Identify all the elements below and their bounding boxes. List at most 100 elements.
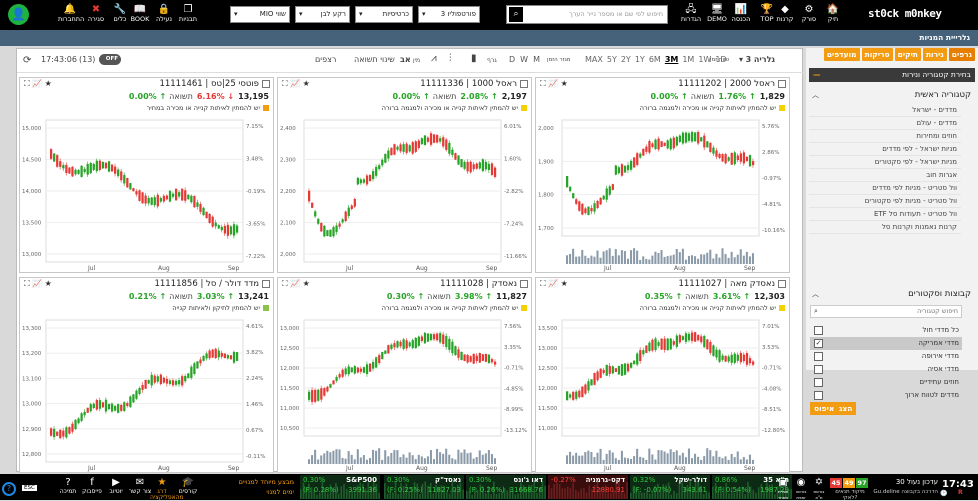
category-item[interactable]: מדדים - עולם <box>809 117 961 130</box>
promo-banner[interactable]: מבצע מיוחד למנויים ימים למנוי <box>222 477 294 497</box>
star-icon[interactable]: ★ <box>300 279 310 288</box>
sub-category-header[interactable]: קבוצות וסקטורים ︿ <box>809 287 975 301</box>
category-checkbox-row[interactable]: מדדים לטווח ארוך <box>810 389 962 402</box>
category-checkbox-row[interactable]: מדדי אירופה <box>810 350 962 363</box>
demo-button[interactable]: 🖥 DEMO <box>706 3 728 27</box>
settings-button[interactable]: 🖧 הגדרות <box>680 3 702 27</box>
category-item[interactable]: מניות ישראל - לפי מדדים <box>809 143 961 156</box>
category-item[interactable]: קרנות נאמנות וקרנות סל <box>809 221 961 234</box>
checkbox[interactable]: ✓ <box>814 339 823 348</box>
category-item[interactable]: מניות ישראל - לפי סקטורים <box>809 156 961 169</box>
range-MAX[interactable]: MAX <box>585 55 603 64</box>
star-icon[interactable]: ★ <box>42 279 52 288</box>
ticker[interactable]: S&P500 0.30% 3991.36 (F: 0.28%) <box>300 475 380 499</box>
refresh-icon[interactable]: ⟳ <box>23 55 31 66</box>
panel-checkbox[interactable] <box>520 279 528 288</box>
star-icon[interactable]: ★ <box>42 79 52 88</box>
range-5Y[interactable]: 5Y <box>607 55 617 64</box>
ticker[interactable]: דקס-גרמניה -0.27% 12880.91 <box>548 475 628 499</box>
chart-panel[interactable]: ראסל 1000 | 11111336 ★ 📈 ⛶ 2,197↑ 2.08%תשו… <box>277 77 532 273</box>
chart-panel[interactable]: נאסדק | 11111028 ★ 📈 ⛶ 11,827↑ 3.98%תשואה↑… <box>277 277 532 473</box>
price-chart[interactable]: 13,500 13,000 12,500 12,000 11,500 11,000 7.01… <box>536 314 789 472</box>
price-chart[interactable]: 13,300 13,200 13,100 13,000 12,900 12,800 4.61… <box>20 314 273 472</box>
price-chart[interactable]: 13,000 12,500 12,000 11,500 11,000 10,500 7.56… <box>278 314 531 472</box>
search-input[interactable]: חיפוש לפי שם או מספר נייר הערך ⌕ <box>506 5 668 24</box>
youtube-link[interactable]: ▶ יוטיוב <box>104 477 128 495</box>
market-flag[interactable]: ▣ סגירת מסחר <box>774 477 792 501</box>
range-6M[interactable]: 6M <box>649 55 661 64</box>
tab-4[interactable]: מועדפים <box>823 48 860 61</box>
market-flag[interactable]: ✡ בורסת ת"א <box>810 477 828 501</box>
gallery-select[interactable]: ▾ גלריה 3 <box>739 55 775 64</box>
category-checkbox-row[interactable]: כל מדדי חול <box>810 324 962 337</box>
panel-checkbox[interactable] <box>520 79 528 88</box>
chart-panel[interactable]: נאסדק מאה | 11111027 ★ 📈 ⛶ 12,303↑ 3.61%תש… <box>535 277 790 473</box>
checkbox[interactable] <box>814 391 823 400</box>
tab-2[interactable]: תיקים <box>894 48 921 61</box>
range-1Y[interactable]: 1Y <box>635 55 645 64</box>
panel-checkbox[interactable] <box>778 79 786 88</box>
period-W[interactable]: W <box>520 55 528 64</box>
scanner-button[interactable]: ⚙ סורק <box>798 3 820 27</box>
facebook-link[interactable]: f פייסבוק <box>80 477 104 495</box>
close-button[interactable]: ✖ סגירה <box>84 3 108 27</box>
category-item[interactable]: וול סטריט - מניות לפי סקטורים <box>809 195 961 208</box>
tab-1[interactable]: נירות <box>922 48 947 61</box>
line-chart-icon[interactable]: 📈 <box>546 79 558 88</box>
category-item[interactable]: וול סטריט - מניות לפי מדדים <box>809 182 961 195</box>
auto-refresh-toggle[interactable]: OFF <box>99 54 121 65</box>
display-select[interactable]: כרטיסיות ▾ <box>355 6 413 23</box>
checkbox[interactable] <box>814 365 823 374</box>
price-chart[interactable]: 2,400 2,300 2,200 2,100 2,000 6.01% 1.60% -2.82… <box>278 114 531 272</box>
main-category-header[interactable]: קטגוריה ראשית ︿ <box>809 88 975 102</box>
portfolio-select[interactable]: פורטפוליו 3 ▾ <box>418 6 480 23</box>
trophy-button[interactable]: 🏆 TOP <box>756 3 778 27</box>
collapse-icon[interactable]: — <box>813 68 821 82</box>
checkbox[interactable] <box>814 352 823 361</box>
panel-checkbox[interactable] <box>262 279 270 288</box>
period-D[interactable]: D <box>509 55 515 64</box>
line-chart-icon[interactable]: 📈 <box>30 279 42 288</box>
section-header[interactable]: בחירת קטגוריה ונירות — <box>809 68 975 82</box>
price-chart[interactable]: 15,000 14,500 14,000 13,500 13,000 7.15% 3.48%… <box>20 114 273 272</box>
templates-button[interactable]: ❐ תבניות <box>176 3 200 27</box>
market-flag[interactable]: ◉ בורסה זמנית <box>792 477 810 501</box>
line-chart-icon[interactable]: 📈 <box>288 79 300 88</box>
ticker[interactable]: דאו ג'ונס 0.30% 31668.76 (F: 0.26%) <box>466 475 546 499</box>
bell-button[interactable]: 🔔 התחברות <box>58 3 84 27</box>
avatar[interactable]: 👤 <box>8 4 29 25</box>
ohlc-icon[interactable]: ⫶ <box>449 53 452 64</box>
tab-3[interactable]: סריקות <box>861 48 893 61</box>
change-return-option[interactable]: שינוי תשואה <box>354 55 395 64</box>
line-chart-icon[interactable]: 📈 <box>30 79 42 88</box>
category-item[interactable]: וול סטריט - תעודות סל ETF <box>809 208 961 221</box>
star-icon[interactable]: ★ <box>558 79 568 88</box>
reset-button[interactable]: איפוס <box>810 402 839 415</box>
category-item[interactable]: אגרות חוב <box>809 169 961 182</box>
category-item[interactable]: מדדים - ישראל <box>809 104 961 117</box>
min-option[interactable]: מין <box>413 57 420 64</box>
chart-panel[interactable]: מדד דולר / סל | 11111856 ★ 📈 ⛶ 13,241↑ 3.0… <box>19 277 274 473</box>
category-item[interactable]: חוזים ומחירות <box>809 130 961 143</box>
category-checkbox-row[interactable]: מדדי אמריקה ✓ <box>810 337 962 350</box>
panel-checkbox[interactable] <box>778 279 786 288</box>
tools-button[interactable]: 🔧 כלים <box>108 3 132 27</box>
range-1M[interactable]: 1M <box>682 55 694 64</box>
panel-checkbox[interactable] <box>262 79 270 88</box>
star-icon[interactable]: ★ <box>558 279 568 288</box>
search-icon[interactable]: ⌕ <box>509 7 523 22</box>
checkbox[interactable] <box>814 326 823 335</box>
lock-button[interactable]: 🔒 נעילה <box>152 3 176 27</box>
briefcase-button[interactable]: 🏠 תיק <box>822 3 844 27</box>
esc-button[interactable]: ESC <box>22 485 37 491</box>
price-chart[interactable]: 2,000 1,900 1,800 1,700 5.76% 2.86% -0.97% -4.8… <box>536 114 789 272</box>
value-select[interactable]: שווי MIO ▾ <box>230 6 290 23</box>
ticker[interactable]: דולר-שקל 0.32% 343.61 (F: -0.07%) <box>630 475 710 499</box>
category-search-input[interactable]: חיפוש קטגוריה ⌕ <box>810 305 962 318</box>
star-icon[interactable]: ★ <box>300 79 310 88</box>
ticker[interactable]: נאסד"ק 0.30% 11827.03 (F: 0.25%) <box>384 475 464 499</box>
rate-link[interactable]: ★ דרג מהאפליקציה <box>150 477 184 501</box>
courses-link[interactable]: 🎓 קורסים <box>176 477 200 495</box>
line-chart-icon[interactable]: 📈 <box>288 279 300 288</box>
mail-link[interactable]: ✉ צור קשר <box>128 477 152 495</box>
